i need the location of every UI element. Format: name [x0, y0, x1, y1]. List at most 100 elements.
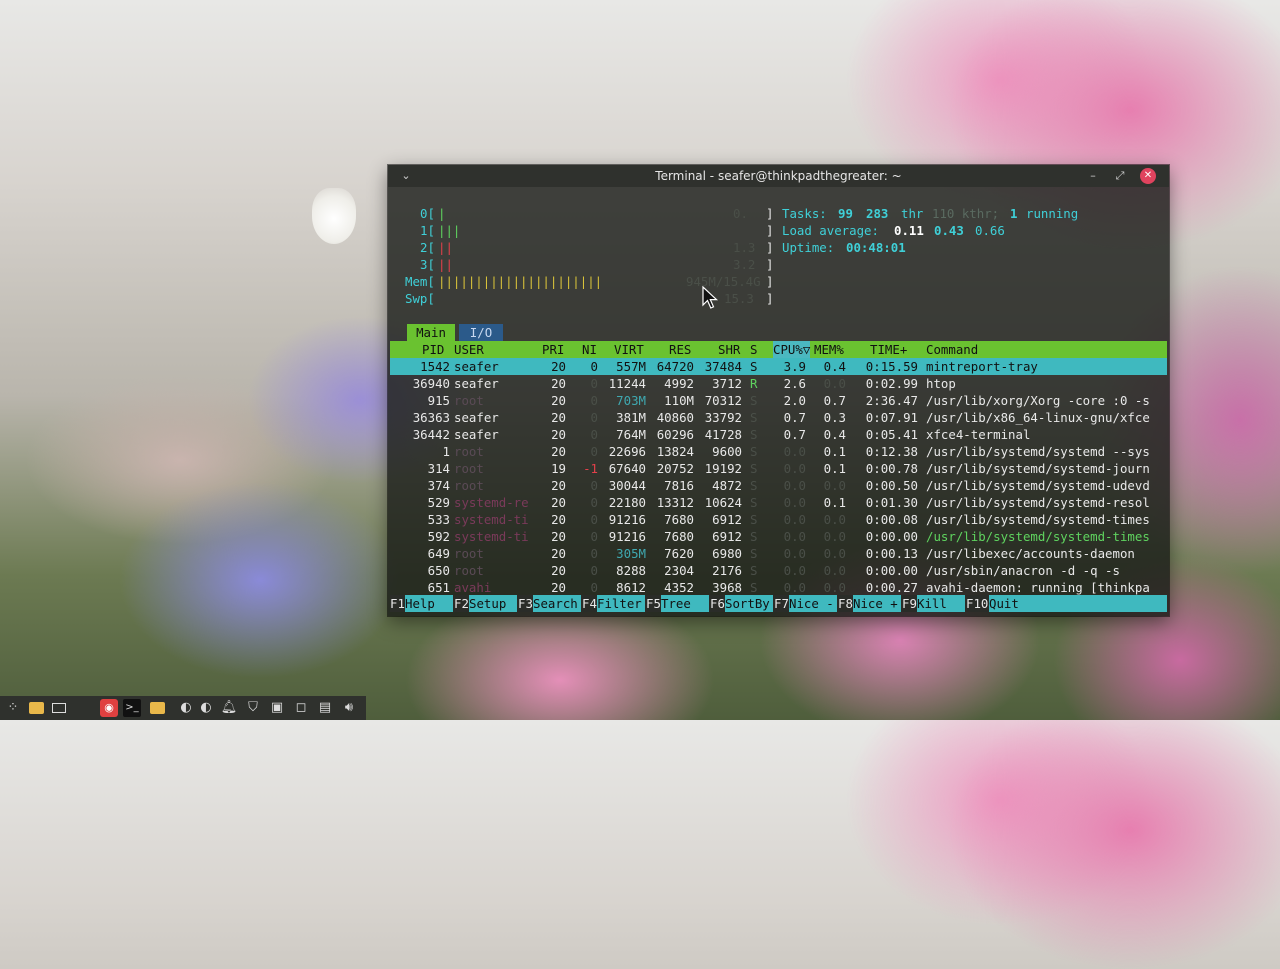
- table-row[interactable]: 650 root 20 0 8288 2304 2176 S 0.0 0.0 0:00.00/usr…: [390, 562, 1167, 579]
- shield-icon[interactable]: ⛉: [244, 699, 262, 717]
- process-table-header[interactable]: PID USER PRI NI VIRT RES SHR S CPU%▽ MEM…: [390, 341, 1167, 358]
- terminal-icon[interactable]: >_: [123, 699, 141, 717]
- pid-cell: 650: [427, 563, 450, 578]
- table-row[interactable]: 1 root 20 0 22696 13824 9600 S 0.0 0.1 0:12.38/usr…: [390, 443, 1167, 460]
- table-row[interactable]: 36363 seafer 20 0 381M 40860 33792 S 0.7 0.3 0:07.…: [390, 409, 1167, 426]
- column-header-user[interactable]: USER: [454, 341, 484, 358]
- column-header-virt[interactable]: VIRT: [614, 341, 644, 358]
- network-icon[interactable]: ◐: [177, 699, 195, 717]
- maximize-icon[interactable]: ⤢: [1112, 168, 1128, 184]
- fkey-f2[interactable]: F2: [454, 595, 469, 612]
- table-row-selected[interactable]: 1542 seafer 20 0 557M 64720 37484 S 3.9 0.4 0:15.5…: [390, 358, 1167, 375]
- close-icon[interactable]: ✕: [1140, 168, 1156, 184]
- terminal-app-icon[interactable]: ◉: [100, 699, 118, 717]
- user-cell: systemd-ti: [454, 529, 529, 544]
- column-header-command[interactable]: Command: [926, 341, 978, 358]
- fkey-f5[interactable]: F5: [646, 595, 661, 612]
- table-row[interactable]: 533 systemd-ti 20 0 91216 7680 6912 S 0.0 0.0 0:00…: [390, 511, 1167, 528]
- time-cell: 0:00.50: [865, 478, 918, 493]
- cpu-cell: 0.0: [783, 563, 806, 578]
- mem-cell: 0.0: [823, 563, 846, 578]
- column-header-pid[interactable]: PID: [422, 341, 444, 358]
- notification-icon[interactable]: 🔔︎: [220, 699, 238, 717]
- table-row[interactable]: 649 root 20 0 305M 7620 6980 S 0.0 0.0 0:00.13/usr…: [390, 545, 1167, 562]
- window-titlebar[interactable]: ⌄ Terminal - seafer@thinkpadthegreater: …: [388, 165, 1169, 187]
- state-cell: S: [750, 478, 758, 493]
- fkey-help-button[interactable]: Help: [405, 595, 453, 612]
- table-row[interactable]: 592 systemd-ti 20 0 91216 7680 6912 S 0.0 0.0 0:00…: [390, 528, 1167, 545]
- fkey-f1[interactable]: F1: [390, 595, 405, 612]
- tasks-line: Tasks: 99 283 thr 110 kthr; 1 running: [390, 205, 1167, 222]
- pid-cell: 529: [427, 495, 450, 510]
- audio-icon[interactable]: ◐: [197, 699, 215, 717]
- meter-bar: ||||||||||||||||||||||: [438, 274, 603, 289]
- minimize-icon[interactable]: –: [1085, 168, 1101, 184]
- paste-icon[interactable]: ▤: [316, 699, 334, 717]
- virt-cell: 22180: [608, 495, 646, 510]
- table-row[interactable]: 529 systemd-re 20 0 22180 13312 10624 S 0.0 0.1 0:…: [390, 494, 1167, 511]
- htop-screen[interactable]: 0[ | 0. ] 1[ ||| ] 2[ || 1.3 ] 3[ || 3.2…: [390, 187, 1167, 614]
- window-list-icon[interactable]: ◻: [292, 699, 310, 717]
- window-title: Terminal - seafer@thinkpadthegreater: ~: [655, 169, 902, 183]
- files-icon[interactable]: [148, 699, 166, 717]
- folder-icon[interactable]: [27, 699, 45, 717]
- column-header-time[interactable]: TIME+: [870, 341, 907, 358]
- fkey-f10[interactable]: F10: [966, 595, 988, 612]
- cpu-cell: 0.7: [783, 427, 806, 442]
- table-row[interactable]: 374 root 20 0 30044 7816 4872 S 0.0 0.0 0:00.50/us…: [390, 477, 1167, 494]
- shr-cell: 9600: [712, 444, 742, 459]
- column-header-cpu[interactable]: CPU%▽: [773, 341, 811, 358]
- column-header-state[interactable]: S: [750, 341, 757, 358]
- cpu-meter-3: 3[ || 3.2 ]: [390, 256, 1167, 273]
- pri-cell: 20: [551, 495, 566, 510]
- command-cell: /usr/lib/systemd/systemd-times: [926, 529, 1150, 544]
- command-cell: /usr/lib/systemd/systemd-udevd: [926, 478, 1150, 493]
- fkey-nice-minus-button[interactable]: Nice -: [789, 595, 837, 612]
- res-cell: 2304: [664, 563, 694, 578]
- mouse-pointer-icon: [702, 286, 719, 309]
- table-row[interactable]: 314 root 19 -1 67640 20752 19192 S 0.0 0.1 0:00.78…: [390, 460, 1167, 477]
- app-menu-icon[interactable]: ⁘: [4, 699, 22, 717]
- pri-cell: 20: [551, 359, 566, 374]
- uptime-value: 00:48:01: [846, 240, 906, 255]
- command-cell: mintreport-tray: [926, 359, 1038, 374]
- fkey-setup-button[interactable]: Setup: [469, 595, 517, 612]
- pri-cell: 20: [551, 376, 566, 391]
- column-header-ni[interactable]: NI: [582, 341, 597, 358]
- meter-bar: ||: [438, 257, 453, 272]
- fkey-f4[interactable]: F4: [582, 595, 597, 612]
- command-cell: /usr/libexec/accounts-daemon: [926, 546, 1135, 561]
- column-header-pri[interactable]: PRI: [542, 341, 564, 358]
- cpu-cell: 2.6: [783, 376, 806, 391]
- res-cell: 20752: [656, 461, 694, 476]
- tab-io[interactable]: I/O: [459, 324, 503, 341]
- column-header-res[interactable]: RES: [669, 341, 691, 358]
- table-row[interactable]: 915 root 20 0 703M 110M 70312 S 2.0 0.7 2:36.47/us…: [390, 392, 1167, 409]
- terminal-window[interactable]: ⌄ Terminal - seafer@thinkpadthegreater: …: [388, 165, 1169, 616]
- window-icon[interactable]: [50, 699, 68, 717]
- table-row[interactable]: 651 avahi 20 0 8612 4352 3968 S 0.0 0.0 0:00.27 ava…: [390, 579, 1167, 596]
- column-header-shr[interactable]: SHR: [718, 341, 740, 358]
- tab-main[interactable]: Main: [407, 324, 455, 341]
- fkey-sortby-button[interactable]: SortBy: [725, 595, 773, 612]
- fkey-search-button[interactable]: Search: [533, 595, 581, 612]
- fkey-tree-button[interactable]: Tree: [661, 595, 709, 612]
- fkey-f3[interactable]: F3: [518, 595, 533, 612]
- fkey-quit-button[interactable]: Quit: [989, 595, 1167, 612]
- column-header-mem[interactable]: MEM%: [814, 341, 844, 358]
- state-cell: S: [750, 580, 758, 595]
- ni-cell: 0: [590, 546, 598, 561]
- table-row[interactable]: 36442 seafer 20 0 764M 60296 41728 S 0.7 0.4 0:05.…: [390, 426, 1167, 443]
- fkey-filter-button[interactable]: Filter: [597, 595, 645, 612]
- fkey-f8[interactable]: F8: [838, 595, 853, 612]
- volume-icon[interactable]: 🔊︎: [340, 699, 358, 717]
- fkey-f7[interactable]: F7: [774, 595, 789, 612]
- clipboard-icon[interactable]: ▣: [268, 699, 286, 717]
- cpu-cell: 3.9: [783, 359, 806, 374]
- pri-cell: 20: [551, 580, 566, 595]
- fkey-f9[interactable]: F9: [902, 595, 917, 612]
- table-row[interactable]: 36940 seafer 20 0 11244 4992 3712 R 2.6 0.0 0:02.9…: [390, 375, 1167, 392]
- fkey-f6[interactable]: F6: [710, 595, 725, 612]
- fkey-kill-button[interactable]: Kill: [917, 595, 965, 612]
- fkey-nice-plus-button[interactable]: Nice +: [853, 595, 901, 612]
